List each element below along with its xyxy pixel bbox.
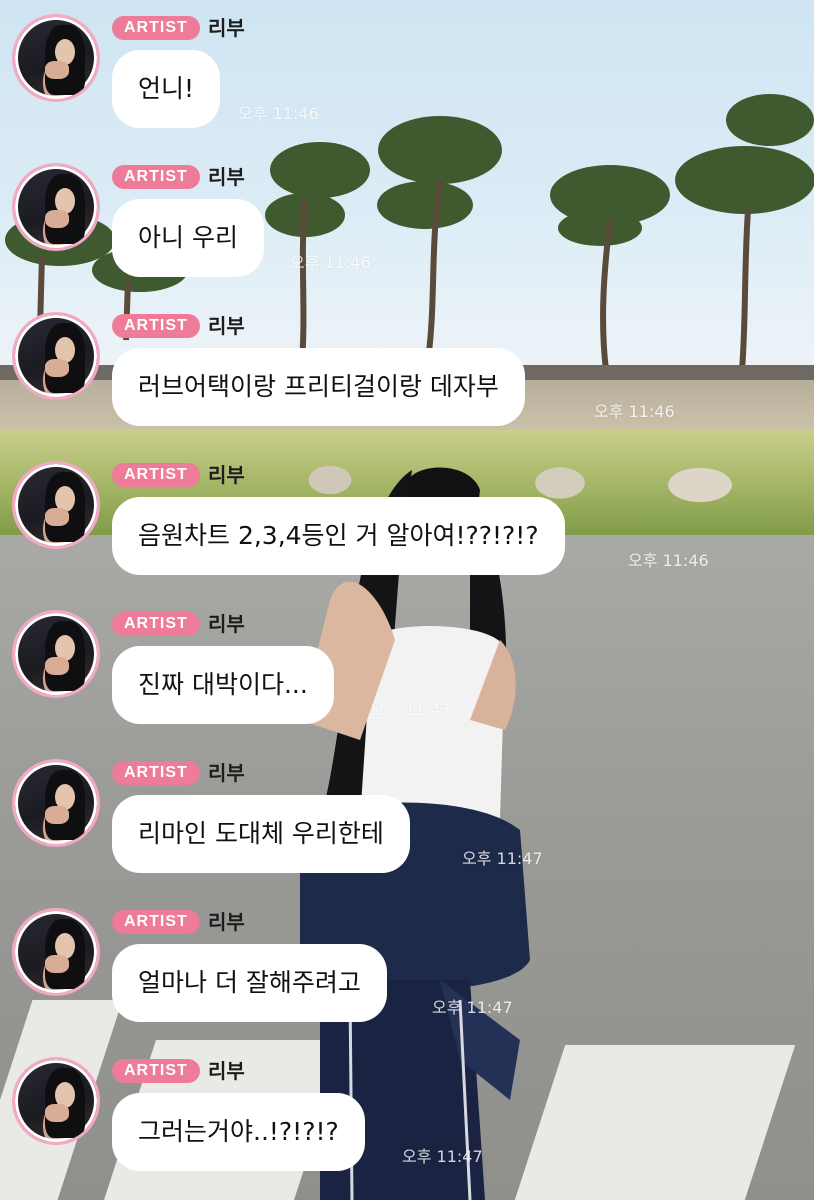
timestamp: 오후 11:46 [290, 253, 371, 272]
message-bubble[interactable]: 음원차트 2,3,4등인 거 알아여!??!?!? [112, 497, 565, 575]
sender-name: 리부 [208, 16, 245, 40]
artist-badge: ARTIST [112, 612, 200, 636]
avatar[interactable] [12, 14, 100, 102]
artist-badge: ARTIST [112, 165, 200, 189]
message-bubble[interactable]: 리마인 도대체 우리한테 [112, 795, 410, 873]
chat-message: ARTIST 리부 음원차트 2,3,4등인 거 알아여!??!?!? 오후 1… [0, 447, 814, 587]
timestamp: 오후 11:47 [402, 1147, 483, 1166]
artist-badge: ARTIST [112, 16, 200, 40]
chat-message: ARTIST 리부 아니 우리 오후 11:46 [0, 149, 814, 289]
chat-message: ARTIST 리부 언니! 오후 11:46 [0, 0, 814, 140]
message-bubble[interactable]: 그러는거야..!?!?!? [112, 1093, 365, 1171]
timestamp: 오후 11:47 [432, 998, 513, 1017]
timestamp: 오후 11:47 [370, 700, 451, 719]
sender-name: 리부 [208, 612, 245, 636]
sender-name: 리부 [208, 165, 245, 189]
avatar[interactable] [12, 312, 100, 400]
chat-message: ARTIST 리부 진짜 대박이다... 오후 11:47 [0, 596, 814, 736]
chat-message: ARTIST 리부 리마인 도대체 우리한테 오후 11:47 [0, 745, 814, 885]
timestamp: 오후 11:46 [628, 551, 709, 570]
sender-name: 리부 [208, 761, 245, 785]
message-bubble[interactable]: 아니 우리 [112, 199, 264, 277]
chat-message: ARTIST 리부 얼마나 더 잘해주려고 오후 11:47 [0, 894, 814, 1034]
avatar[interactable] [12, 759, 100, 847]
avatar[interactable] [12, 461, 100, 549]
artist-badge: ARTIST [112, 761, 200, 785]
sender-name: 리부 [208, 1059, 245, 1083]
chat-message: ARTIST 리부 러브어택이랑 프리티걸이랑 데자부 오후 11:46 [0, 298, 814, 438]
message-bubble[interactable]: 진짜 대박이다... [112, 646, 334, 724]
artist-badge: ARTIST [112, 314, 200, 338]
timestamp: 오후 11:46 [594, 402, 675, 421]
sender-name: 리부 [208, 463, 245, 487]
sender-name: 리부 [208, 314, 245, 338]
chat-message: ARTIST 리부 그러는거야..!?!?!? 오후 11:47 [0, 1043, 814, 1183]
avatar[interactable] [12, 610, 100, 698]
artist-badge: ARTIST [112, 1059, 200, 1083]
message-bubble[interactable]: 얼마나 더 잘해주려고 [112, 944, 387, 1022]
timestamp: 오후 11:47 [462, 849, 543, 868]
message-bubble[interactable]: 언니! [112, 50, 221, 128]
avatar[interactable] [12, 908, 100, 996]
avatar[interactable] [12, 163, 100, 251]
message-bubble[interactable]: 러브어택이랑 프리티걸이랑 데자부 [112, 348, 525, 426]
timestamp: 오후 11:46 [238, 104, 319, 123]
artist-badge: ARTIST [112, 463, 200, 487]
artist-badge: ARTIST [112, 910, 200, 934]
chat-feed: ARTIST 리부 언니! 오후 11:46 ARTIST 리부 아니 우리 오… [0, 0, 814, 1200]
sender-name: 리부 [208, 910, 245, 934]
avatar[interactable] [12, 1057, 100, 1145]
